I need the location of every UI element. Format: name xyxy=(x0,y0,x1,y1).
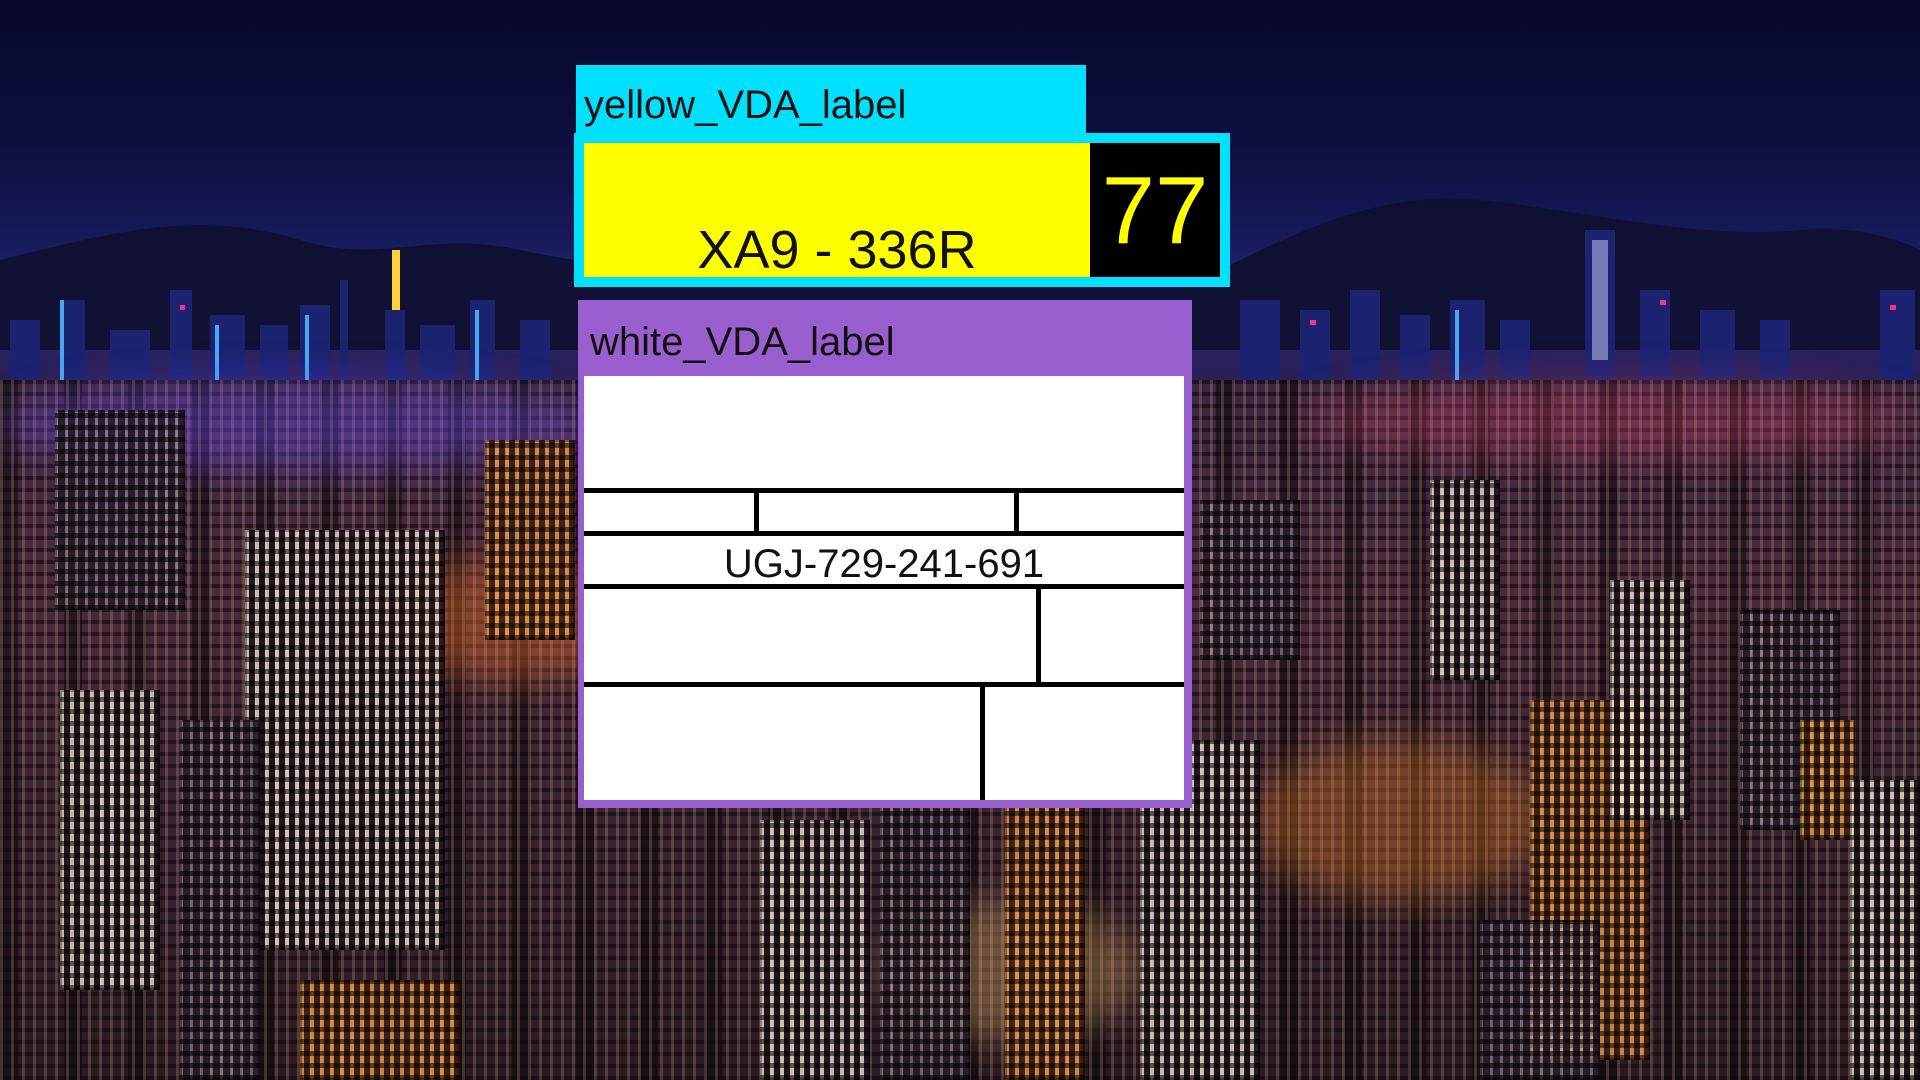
building xyxy=(55,410,185,610)
yellow-label-tag-text: yellow_VDA_label xyxy=(584,83,907,127)
yellow-label-body: XA9 - 336R xyxy=(584,143,1090,277)
divider-line xyxy=(584,584,1184,589)
building xyxy=(1430,480,1500,680)
building xyxy=(1480,920,1600,1080)
building xyxy=(1610,580,1690,820)
white-label-body: UGJ-729-241-691 xyxy=(584,376,1184,800)
building xyxy=(60,690,160,990)
building xyxy=(180,720,260,1080)
number-box: 77 xyxy=(1090,143,1220,277)
building xyxy=(760,820,870,1080)
label-code: UGJ-729-241-691 xyxy=(723,542,1045,586)
building xyxy=(1200,500,1300,660)
yellow-label-tag: yellow_VDA_label xyxy=(576,65,1086,133)
divider-line xyxy=(754,488,759,533)
building xyxy=(300,980,460,1080)
divider-line xyxy=(980,682,985,800)
building xyxy=(245,530,445,950)
building xyxy=(485,440,575,640)
building xyxy=(880,800,970,1080)
divider-line xyxy=(1014,488,1019,533)
building xyxy=(1005,780,1085,1080)
plate-number: XA9 - 336R xyxy=(697,220,977,280)
yellow-vda-label: XA9 - 336R 77 xyxy=(574,133,1230,287)
white-vda-label: white_VDA_label UGJ-729-241-691 xyxy=(578,300,1192,808)
divider-line xyxy=(1036,584,1041,684)
building xyxy=(1800,720,1855,840)
building xyxy=(1850,780,1920,1080)
divider-line xyxy=(584,531,1184,536)
white-label-tag-text: white_VDA_label xyxy=(590,320,895,364)
divider-line xyxy=(584,682,1184,687)
label-number: 77 xyxy=(1101,157,1209,264)
divider-line xyxy=(584,488,1184,493)
